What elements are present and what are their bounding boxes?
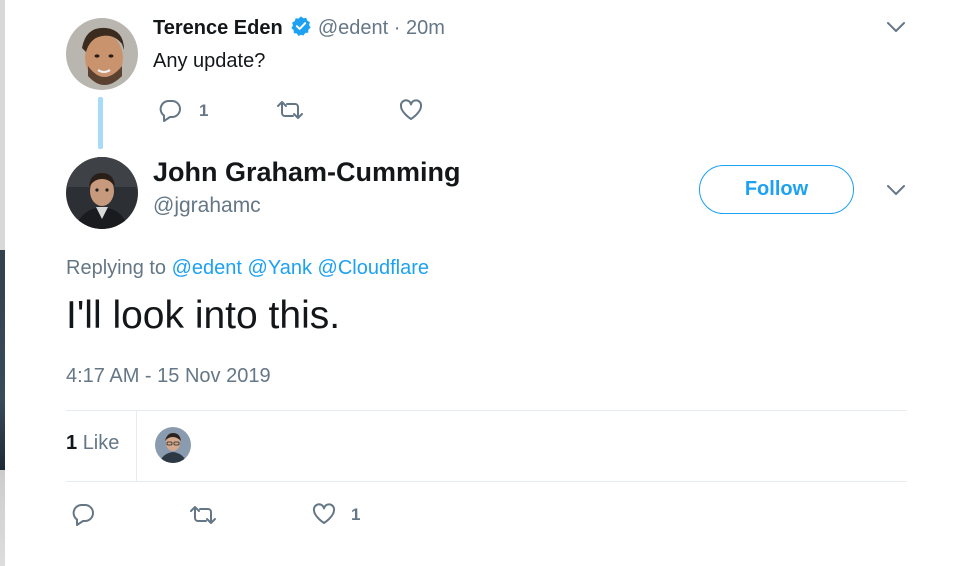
parent-reply-count: 1 (199, 101, 209, 120)
mention-link[interactable]: @Cloudflare (318, 257, 429, 279)
divider (66, 410, 907, 411)
mention-link[interactable]: @Yank (248, 257, 312, 279)
replying-to-label: Replying to (66, 257, 167, 279)
main-author-avatar[interactable] (66, 157, 138, 229)
reply-icon[interactable] (70, 502, 96, 526)
tweet-timestamp[interactable]: 4:17 AM - 15 Nov 2019 (66, 364, 271, 388)
main-tweet-text: I'll look into this. (66, 294, 341, 337)
chevron-down-icon[interactable] (886, 183, 906, 197)
main-author-name[interactable]: John Graham-Cumming (153, 156, 461, 188)
retweet-icon[interactable] (187, 503, 219, 527)
header-separator: · (388, 17, 406, 39)
verified-badge-icon (290, 15, 312, 43)
parent-tweet-text: Any update? (153, 50, 266, 72)
parent-tweet-time[interactable]: 20m (406, 17, 445, 39)
likes-stat-count: 1 (66, 432, 78, 454)
like-icon[interactable] (311, 502, 337, 526)
replying-to-line: Replying to @edent @Yank @Cloudflare (66, 256, 429, 280)
main-author-handle[interactable]: @jgrahamc (153, 193, 261, 219)
chevron-down-icon[interactable] (886, 20, 906, 34)
likes-stat-label: Like (82, 432, 120, 454)
divider (136, 411, 137, 481)
follow-button[interactable]: Follow (699, 165, 854, 214)
parent-author-avatar[interactable] (66, 18, 138, 90)
background-window-edge (0, 0, 5, 566)
thread-connector-line (98, 97, 103, 149)
reply-icon[interactable] (157, 98, 183, 122)
retweet-icon[interactable] (274, 98, 306, 122)
likes-stat[interactable]: 1 Like (66, 431, 119, 455)
parent-author-handle[interactable]: @edent (318, 17, 388, 39)
parent-author-name[interactable]: Terence Eden (153, 17, 283, 39)
parent-tweet-header: Terence Eden @edent · 20m (153, 15, 445, 43)
like-count: 1 (351, 505, 361, 524)
like-icon[interactable] (398, 98, 424, 122)
liker-avatar[interactable] (155, 427, 191, 463)
divider (66, 481, 907, 482)
mention-link[interactable]: @edent (172, 257, 242, 279)
